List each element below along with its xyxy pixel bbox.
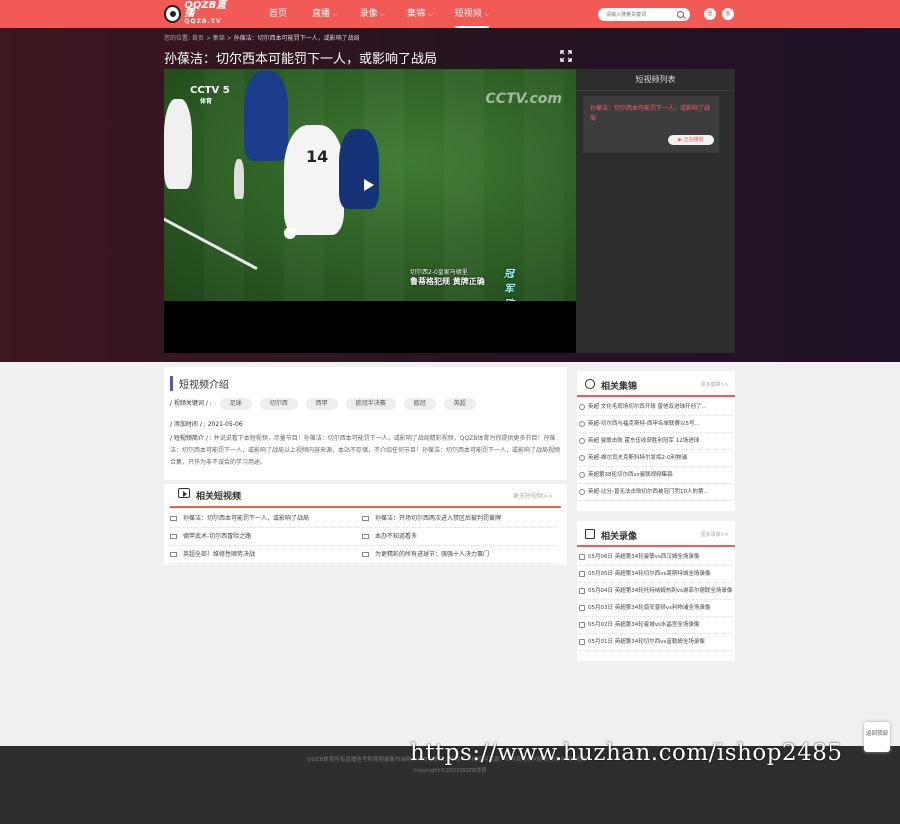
list-item[interactable]: 05月01日 英超第34轮切尔西vs富勒姆全场录像 [579,634,733,651]
film-icon [579,638,585,645]
breadcrumb: 您的位置: 首页 > 集锦 > 孙葆洁：切尔西本可能罚下一人，或影响了战局 [164,35,360,42]
side-list-title: 短视频列表 [576,69,735,91]
list-item[interactable]: 孙葆洁：切尔西本可能罚下一人，或影响了战局 [170,510,360,528]
page-title: 孙葆洁：切尔西本可能罚下一人，或影响了战局 [164,52,438,67]
nav-home[interactable]: 首页 [269,0,287,28]
main-nav: 首页 直播 ⌵ 录像 ⌵ 集锦 ⌵ 短视频 ⌵ [255,0,489,28]
keyword-tag[interactable]: 西甲 [305,398,338,410]
list-item[interactable]: 英超-维尔贡夫克斯科特尔发挥2-0利物浦 [579,450,733,467]
chevron-down-icon: ⌵ [380,11,386,18]
related-shorts-title: 相关短视频 [196,492,242,502]
film-icon [579,621,585,628]
nav-replay[interactable]: 录像 ⌵ [360,0,386,28]
list-item[interactable]: 英超 文化毛现场切尔西开球 曾他双进球开创了... [579,399,733,416]
post-date: 2021-05-06 [207,421,243,428]
more-shorts-link[interactable]: 更多短视频>> [513,491,553,500]
keywords-row: / 视频关键词 / : 足球 切尔西 西甲 欧冠半决赛 欧冠 英超 [170,398,484,410]
logo-subtext: QQZB.TV [184,18,222,25]
back-to-top-button[interactable]: 返回顶部 [864,722,890,752]
list-item[interactable]: 05月03日 英超第34轮南安普顿vs利物浦全场录像 [579,600,733,617]
nav-shorts[interactable]: 短视频 ⌵ [454,0,490,28]
keyword-tag[interactable]: 欧冠 [403,398,436,410]
chevron-down-icon: ⌵ [428,11,433,18]
keyword-tag[interactable]: 欧冠半决赛 [345,398,396,410]
summary-text: / 短视频简介 / : 并说说看下本短视频，尽量节目！孙葆洁：切尔西本可能罚下一… [170,435,561,466]
client-button[interactable]: 客 [722,8,734,20]
film-icon [579,604,585,611]
film-icon [579,570,585,577]
keyword-tag[interactable]: 足球 [219,398,252,410]
search-input[interactable] [598,8,670,21]
list-item[interactable]: 05月04日 英超第34轮托特纳姆热刺vs谢菲尔德联全场录像 [579,583,733,600]
keyword-tag[interactable]: 切尔西 [259,398,298,410]
search-box [598,8,690,21]
intro-title: 短视频介绍 [170,376,229,391]
chevron-down-icon: ⌵ [333,11,338,18]
top-navbar: QQZB直播 QQZB.TV 首页 直播⌵ 录像⌵ 集锦⌵ 短视频⌵ 登 客 [0,0,900,28]
play-icon [579,420,585,427]
video-icon [362,534,369,539]
related-replays-title: 相关录像 [601,532,638,542]
chevron-down-icon: ⌵ [484,11,490,18]
video-icon [362,516,369,521]
video-watermark: CCTV.com [485,91,562,107]
list-item[interactable]: 英超-切尔西与福克斯特-西甲名单联赛以5号... [579,416,733,433]
more-highlights-link[interactable]: 更多集锦>> [701,381,729,388]
film-icon [579,587,585,594]
film-icon [585,529,595,539]
play-icon[interactable] [364,179,374,191]
list-item[interactable]: 英超 曼联击败 霍东伍收获胜利冠军 12场进球 [579,433,733,450]
logo-text: QQZB直播 [184,0,227,19]
video-player[interactable]: 14 CCTV 5 体育 CCTV.com 切尔西2-0皇家马德里 鲁蒂格犯规 黄… [164,69,576,353]
play-icon [579,437,585,444]
video-icon [178,488,190,498]
related-highlights-panel: 相关集锦 更多集锦>> 英超 文化毛现场切尔西开球 曾他双进球开创了... 英超… [577,371,735,511]
film-icon [579,553,585,560]
nav-live[interactable]: 直播 ⌵ [312,0,338,28]
list-item[interactable]: 05月02日 英超第34轮曼城vs水晶宫全场录像 [579,617,733,634]
login-button[interactable]: 登 [704,8,716,20]
list-item[interactable]: 本办不知道看多 [362,528,556,546]
breadcrumb-current: 孙葆洁：切尔西本可能罚下一人，或影响了战局 [233,35,360,42]
list-item[interactable]: 德甲武术-切尔西冒险之路 [170,528,360,546]
channel-logo: CCTV 5 体育 [190,85,230,105]
fullscreen-icon[interactable] [560,50,572,62]
video-caption: 切尔西2-0皇家马德里 鲁蒂格犯规 黄牌正确 冠军欧洲 [410,269,514,301]
video-frame: 14 CCTV 5 体育 CCTV.com 切尔西2-0皇家马德里 鲁蒂格犯规 黄… [164,69,576,301]
short-video-list: 短视频列表 孙葆洁：切尔西本可能罚下一人，或影响了战局 ▶ 正在播放 [576,69,735,353]
play-icon [579,454,585,461]
related-shorts-panel: 相关短视频 更多短视频>> 孙葆洁：切尔西本可能罚下一人，或影响了战局 孙葆洁：… [164,484,567,565]
list-item[interactable]: 英超第38轮切尔西vs曼联视频集锦 [579,467,733,484]
play-icon [579,471,585,478]
video-icon [362,552,369,557]
list-item[interactable]: 05月05日 英超第34轮切尔西vs莱斯特城全场录像 [579,566,733,583]
search-icon[interactable] [677,11,684,18]
site-logo[interactable]: QQZB直播 QQZB.TV [164,0,234,25]
video-icon [170,534,177,539]
nav-highlights[interactable]: 集锦 ⌵ [407,0,433,28]
more-replays-link[interactable]: 更多录像>> [701,531,729,538]
footer-copyright: Copyright©2021QQZB体育 [413,768,487,774]
overlay-watermark-url: https://www.huzhan.com/ishop2485 [410,740,843,766]
video-icon [170,552,177,557]
play-icon [579,403,585,410]
list-item[interactable]: 英超全部！维修性顺势决战 [170,546,360,564]
list-item[interactable]: 孙葆洁：开场切尔西两次进入禁区后被判罚黄牌 [362,510,556,528]
play-circle-icon [585,379,595,389]
list-item[interactable]: 05月06日 英超第34轮曼联vs西汉姆全场录像 [579,549,733,566]
list-item[interactable]: 为更精彩的所有进球节：强强十人决力事门 [362,546,556,564]
related-highlights-title: 相关集锦 [601,382,638,392]
play-icon [579,488,585,495]
keyword-tag[interactable]: 英超 [443,398,476,410]
related-replays-panel: 相关录像 更多录像>> 05月06日 英超第34轮曼联vs西汉姆全场录像 05月… [577,521,735,661]
video-icon [170,516,177,521]
side-list-item[interactable]: 孙葆洁：切尔西本可能罚下一人，或影响了战局 ▶ 正在播放 [583,96,719,153]
date-row: / 添加时间 / : 2021-05-06 [170,421,243,428]
now-playing-button[interactable]: ▶ 正在播放 [668,135,714,145]
list-item[interactable]: 英超-比分-曾无法击败切尔西被冠门罚10人的第... [579,484,733,501]
football-logo-icon [164,5,182,23]
